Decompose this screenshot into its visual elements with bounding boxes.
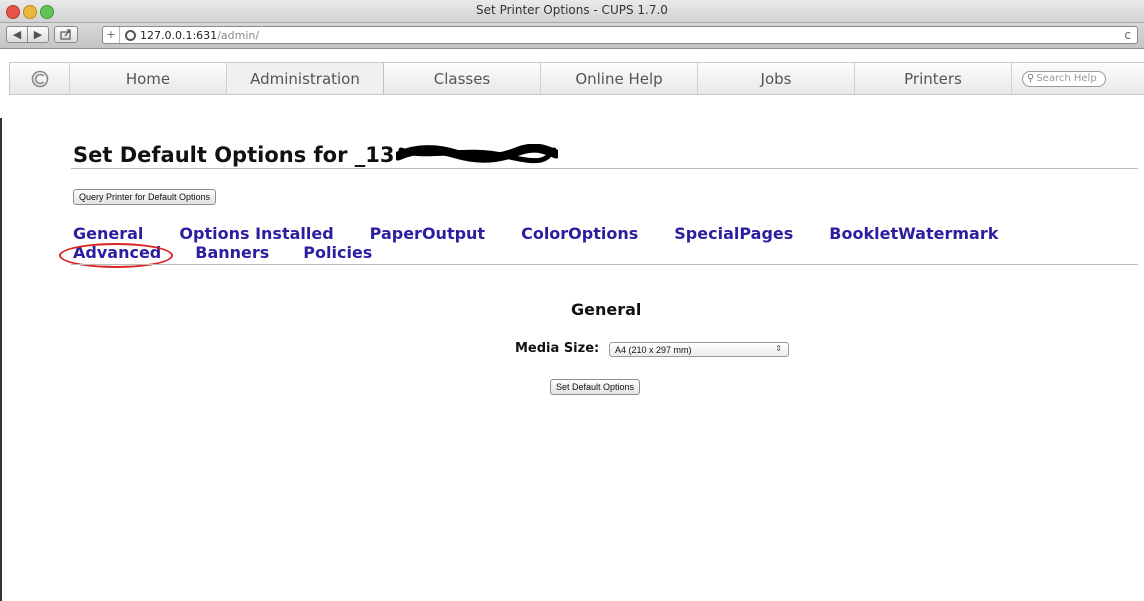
select-arrows-icon: ⇕: [775, 344, 782, 353]
media-size-select[interactable]: A4 (210 x 297 mm) ⇕: [609, 342, 789, 357]
cups-logo-icon[interactable]: [10, 63, 70, 94]
window-titlebar: Set Printer Options - CUPS 1.7.0: [0, 0, 1144, 23]
nav-tab-administration[interactable]: Administration: [227, 63, 384, 94]
redaction-scribble: [396, 144, 559, 164]
forward-arrow-icon: ▶: [33, 28, 43, 41]
url-path: /admin/: [217, 28, 260, 42]
nav-tab-home[interactable]: Home: [70, 63, 227, 94]
search-input[interactable]: ⚲ Search Help: [1022, 70, 1106, 87]
share-button[interactable]: [54, 26, 78, 43]
reload-icon[interactable]: c: [1124, 28, 1131, 42]
search-area: ⚲ Search Help: [1012, 63, 1144, 94]
nav-tab-jobs[interactable]: Jobs: [698, 63, 855, 94]
nav-tab-classes[interactable]: Classes: [384, 63, 541, 94]
address-bar[interactable]: + 127.0.0.1:631 /admin/ c: [102, 26, 1138, 44]
tabs-divider: [71, 264, 1138, 265]
back-button[interactable]: ◀: [6, 26, 28, 43]
browser-toolbar: ◀ ▶ + 127.0.0.1:631 /admin/ c: [0, 23, 1144, 49]
query-printer-button[interactable]: Query Printer for Default Options: [73, 189, 217, 205]
window-edge: [0, 118, 2, 601]
nav-tab-online-help[interactable]: Online Help: [541, 63, 698, 94]
page-title: Set Default Options for _13: [73, 143, 559, 167]
forward-button[interactable]: ▶: [27, 26, 49, 43]
share-icon: [60, 29, 71, 40]
url-host: 127.0.0.1:631: [140, 28, 218, 42]
option-link-banners[interactable]: Banners: [195, 243, 269, 262]
site-icon: [125, 29, 136, 41]
option-link-policies[interactable]: Policies: [303, 243, 372, 262]
window-title: Set Printer Options - CUPS 1.7.0: [476, 3, 668, 17]
option-link-color-options[interactable]: ColorOptions: [521, 224, 638, 243]
section-heading: General: [571, 300, 642, 319]
option-link-booklet-watermark[interactable]: BookletWatermark: [829, 224, 998, 243]
nav-tab-printers[interactable]: Printers: [855, 63, 1012, 94]
back-arrow-icon: ◀: [12, 28, 22, 41]
set-default-options-button[interactable]: Set Default Options: [550, 379, 641, 395]
media-size-value: A4 (210 x 297 mm): [615, 344, 692, 355]
page-title-text: Set Default Options for _13: [73, 143, 395, 167]
option-link-options-installed[interactable]: Options Installed: [179, 224, 333, 243]
cups-navigation: Home Administration Classes Online Help …: [9, 62, 1144, 95]
option-groups-row: General Options Installed PaperOutput Co…: [73, 224, 1073, 243]
cups-logo-glyph: [31, 70, 48, 87]
media-size-label: Media Size:: [515, 341, 600, 356]
option-link-paper-output[interactable]: PaperOutput: [370, 224, 485, 243]
option-link-general[interactable]: General: [73, 224, 143, 243]
search-icon: ⚲: [1027, 73, 1035, 84]
option-link-special-pages[interactable]: SpecialPages: [674, 224, 793, 243]
option-groups-row: Advanced Banners Policies: [73, 243, 1073, 262]
title-divider: [71, 168, 1138, 169]
add-bookmark-button[interactable]: +: [103, 27, 120, 43]
search-placeholder: Search Help: [1036, 73, 1097, 84]
option-groups: General Options Installed PaperOutput Co…: [73, 224, 1073, 262]
